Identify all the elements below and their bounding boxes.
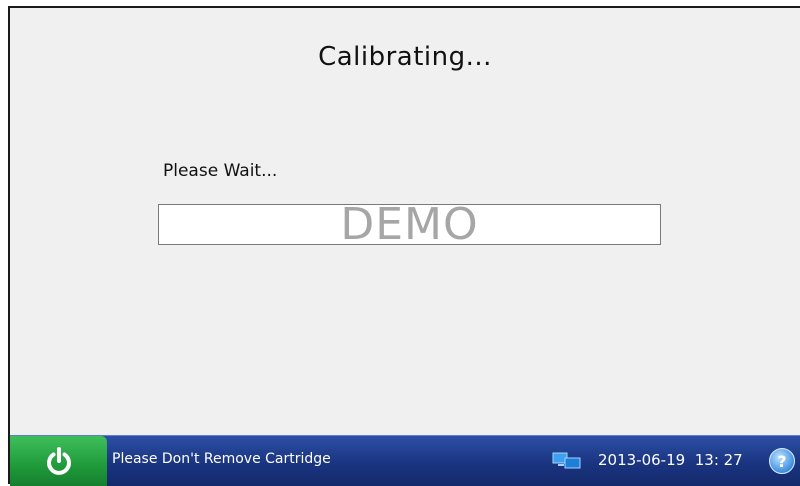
page-title: Calibrating... (318, 42, 492, 72)
date-text: 2013-06-19 (598, 451, 686, 469)
main-window: Calibrating... Please Wait... DEMO Pleas… (8, 6, 800, 486)
help-icon: ? (777, 451, 787, 471)
status-bar: Please Don't Remove Cartridge 2013-06-19… (10, 435, 800, 486)
network-icon (552, 452, 581, 469)
help-button[interactable]: ? (769, 448, 795, 474)
status-message: Please Don't Remove Cartridge (112, 451, 331, 467)
wait-message: Please Wait... (163, 161, 278, 181)
time-text: 13: 27 (694, 451, 743, 469)
progress-bar: DEMO (158, 199, 661, 250)
date-time: 2013-06-19 13: 27 (598, 451, 743, 469)
demo-watermark: DEMO (340, 199, 479, 250)
power-icon (46, 447, 71, 475)
power-button[interactable] (10, 436, 107, 486)
